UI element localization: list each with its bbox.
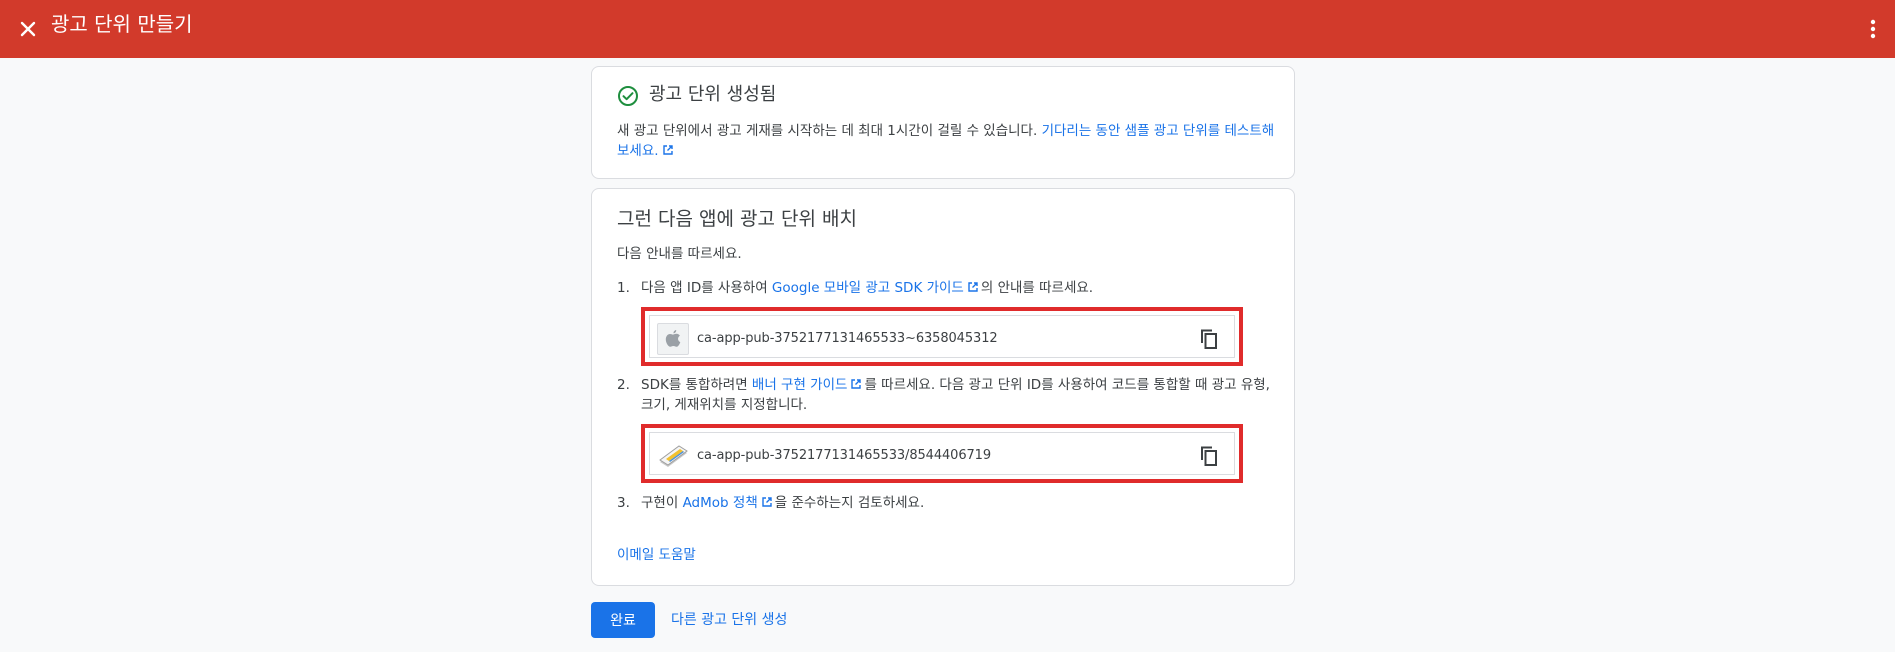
open-in-new-icon [968, 282, 978, 292]
created-heading: 광고 단위 생성됨 [649, 84, 777, 105]
created-body-text: 새 광고 단위에서 광고 게재를 시작하는 데 최대 1시간이 걸릴 수 있습니… [617, 123, 1042, 139]
platform-badge [657, 323, 689, 355]
top-app-bar: 광고 단위 만들기 [0, 0, 1895, 58]
copy-icon [1201, 446, 1217, 466]
placement-heading: 그런 다음 앱에 광고 단위 배치 [617, 208, 857, 230]
admob-policy-link-label: AdMob 정책 [682, 495, 758, 511]
more-options-button[interactable] [1861, 13, 1885, 45]
sdk-guide-link-label: Google 모바일 광고 SDK 가이드 [771, 280, 964, 296]
step-1-prefix: 다음 앱 ID를 사용하여 [641, 280, 772, 296]
sdk-guide-link[interactable]: Google 모바일 광고 SDK 가이드 [772, 280, 981, 296]
copy-icon [1201, 329, 1217, 349]
app-id-value: ca-app-pub-3752177131465533~6358045312 [697, 331, 998, 346]
step-number: 2. [617, 377, 630, 393]
step-3-prefix: 구현이 [641, 495, 683, 511]
email-instructions-link[interactable]: 이메일 도움말 [617, 545, 696, 565]
close-icon [20, 21, 36, 37]
step-1-suffix: 의 안내를 따르세요. [980, 280, 1094, 296]
created-body: 새 광고 단위에서 광고 게재를 시작하는 데 최대 1시간이 걸릴 수 있습니… [617, 121, 1282, 161]
check-circle-icon [618, 86, 638, 106]
ad-unit-id-highlight: ca-app-pub-3752177131465533/8544406719 [641, 424, 1243, 483]
placement-intro: 다음 안내를 따르세요. [617, 246, 742, 262]
admob-policy-link[interactable]: AdMob 정책 [683, 495, 775, 511]
ad-unit-id-value: ca-app-pub-3752177131465533/8544406719 [697, 448, 992, 463]
copy-ad-unit-id-button[interactable] [1196, 442, 1222, 470]
ad-unit-id-field: ca-app-pub-3752177131465533/8544406719 [649, 432, 1235, 475]
ad-format-badge [657, 440, 689, 472]
copy-app-id-button[interactable] [1196, 325, 1222, 353]
page-title: 광고 단위 만들기 [51, 12, 193, 36]
step-number: 1. [617, 280, 630, 296]
ad-unit-created-card: 광고 단위 생성됨 새 광고 단위에서 광고 게재를 시작하는 데 최대 1시간… [591, 66, 1295, 179]
step-2-prefix: SDK를 통합하려면 [641, 377, 752, 393]
close-button[interactable] [12, 13, 44, 45]
banner-guide-link[interactable]: 배너 구현 가이드 [752, 377, 865, 393]
app-id-highlight: ca-app-pub-3752177131465533~6358045312 [641, 307, 1243, 366]
create-another-ad-unit-link[interactable]: 다른 광고 단위 생성 [671, 610, 787, 630]
apple-icon [665, 330, 681, 347]
app-id-field: ca-app-pub-3752177131465533~6358045312 [649, 315, 1235, 358]
open-in-new-icon [851, 379, 862, 389]
step-number: 3. [617, 495, 630, 511]
done-button[interactable]: 완료 [591, 602, 655, 638]
place-ad-unit-card: 그런 다음 앱에 광고 단위 배치 다음 안내를 따르세요. 1. 다음 앱 I… [591, 188, 1295, 586]
open-in-new-icon [762, 497, 772, 507]
banner-guide-link-label: 배너 구현 가이드 [751, 377, 848, 393]
step-3-suffix: 을 준수하는지 검토하세요. [774, 495, 925, 511]
open-in-new-icon [662, 145, 673, 155]
more-vert-icon [1870, 19, 1876, 39]
banner-icon [659, 445, 688, 467]
